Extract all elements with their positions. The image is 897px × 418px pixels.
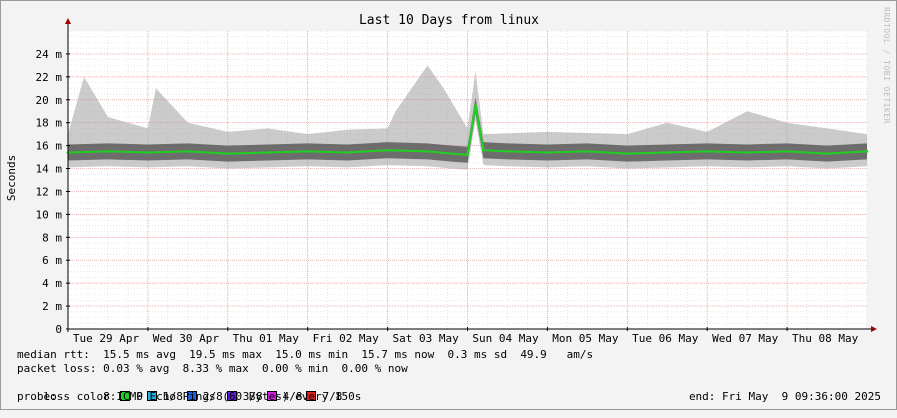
median-rtt-point: [546, 151, 549, 154]
x-tick-label: Sat 03 May: [392, 332, 459, 345]
median-rtt-point: [745, 151, 749, 154]
grid: [67, 30, 868, 330]
x-tick-label: Sun 04 May: [472, 332, 539, 345]
y-tick-label: 24 m: [36, 48, 63, 61]
x-tick-label: Fri 02 May: [313, 332, 380, 345]
median-rtt-point: [705, 150, 709, 153]
y-axis-arrow: [65, 18, 71, 24]
x-tick-label: Mon 05 May: [552, 332, 619, 345]
x-tick-label: Wed 07 May: [712, 332, 779, 345]
median-rtt-point: [426, 150, 429, 153]
x-tick-label: Tue 29 Apr: [73, 332, 140, 345]
x-tick-label: Thu 08 May: [792, 332, 859, 345]
y-tick-label: 2 m: [42, 300, 62, 313]
median-rtt-point: [474, 104, 477, 107]
median-rtt-point: [386, 148, 389, 152]
chart-title: Last 10 Days from linux: [359, 13, 539, 28]
y-tick-label: 0: [55, 323, 62, 336]
x-axis-arrow: [871, 326, 877, 332]
median-rtt-point: [865, 150, 869, 153]
median-rtt-point: [186, 150, 190, 153]
legend-packet-loss: packet loss: 0.03 % avg 8.33 % max 0.00 …: [17, 362, 408, 375]
y-tick-label: 14 m: [36, 163, 63, 176]
y-tick-label: 20 m: [36, 94, 63, 107]
median-rtt-point: [482, 148, 485, 152]
y-tick-label: 22 m: [36, 71, 63, 84]
x-tick-label: Wed 30 Apr: [153, 332, 220, 345]
graph-frame: 0 2 m 4 m 6 m 8 m 10 m 12 m 14 m 16 m 18 m 20 m 22 …: [0, 0, 897, 410]
median-rtt-point: [466, 153, 469, 157]
y-tick-label: 12 m: [36, 185, 63, 198]
median-rtt-point: [785, 150, 789, 153]
median-rtt-point: [626, 152, 629, 155]
median-rtt-point: [825, 152, 829, 155]
legend-median-rtt: median rtt: 15.5 ms avg 19.5 ms max 15.0…: [17, 348, 594, 361]
median-rtt-point: [346, 151, 349, 154]
legend-loss-color: loss color: 0 1/8 2/8 3/8 4/8 7/8: [17, 376, 343, 403]
median-rtt-point: [665, 151, 669, 154]
legend-end-time: end: Fri May 9 09:36:00 2025: [688, 390, 881, 403]
median-rtt-point: [306, 150, 310, 153]
y-tick-label: 4 m: [42, 277, 62, 290]
legend-probe: probe: 8 ICMP Echo Pings (60 Bytes) ever…: [17, 390, 362, 403]
y-tick-label: 8 m: [42, 231, 62, 244]
x-tick-label: Tue 06 May: [632, 332, 699, 345]
median-rtt-point: [586, 150, 589, 153]
median-rtt-point: [106, 150, 110, 153]
median-rtt-point: [226, 152, 230, 155]
y-tick-label: 16 m: [36, 140, 63, 153]
y-tick-label: 10 m: [36, 208, 63, 221]
y-tick-label: 6 m: [42, 254, 62, 267]
median-rtt-point: [450, 152, 453, 155]
x-tick-label: Thu 01 May: [233, 332, 300, 345]
median-rtt-point: [506, 150, 509, 153]
median-rtt-point: [146, 151, 150, 154]
y-tick-label: 18 m: [36, 117, 63, 130]
rrdtool-watermark: RRDTOOL / TOBI OETIKER: [882, 7, 891, 124]
median-rtt-point: [266, 151, 270, 154]
y-axis-label: Seconds: [5, 155, 18, 201]
